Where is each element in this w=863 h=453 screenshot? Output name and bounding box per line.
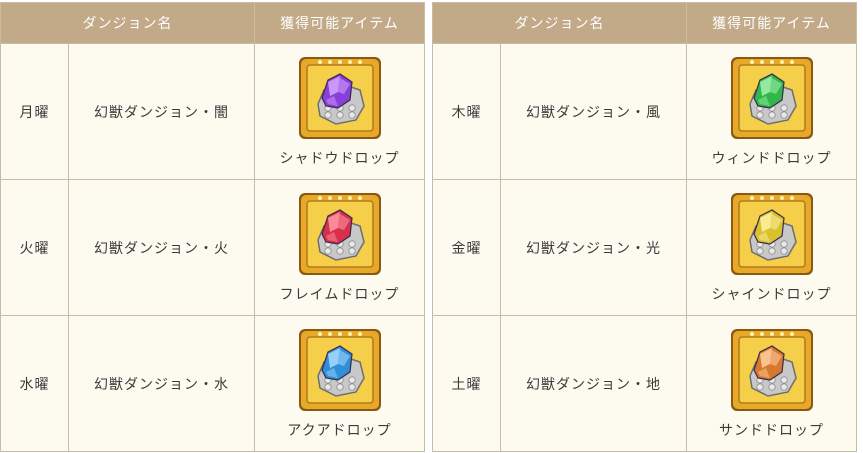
header-dungeon-name: ダンジョン名 — [432, 2, 687, 44]
day-cell: 金曜 — [432, 179, 501, 316]
item-name: アクアドロップ — [287, 422, 392, 439]
item-cell: アクアドロップ — [254, 315, 425, 452]
item-name: サンドドロップ — [719, 422, 824, 439]
dungeon-cell: 幻獣ダンジョン・水 — [68, 315, 255, 452]
item-cell: シャインドロップ — [686, 179, 857, 316]
day-cell: 火曜 — [0, 179, 69, 316]
drop-item-icon — [298, 56, 381, 139]
dungeon-cell: 幻獣ダンジョン・地 — [500, 315, 687, 452]
drop-item-icon — [730, 56, 813, 139]
day-cell: 木曜 — [432, 43, 501, 180]
table-header-row: ダンジョン名 獲得可能アイテム — [432, 2, 857, 44]
table-row: 土曜 幻獣ダンジョン・地 サンドドロップ — [432, 315, 857, 452]
table-row: 月曜 幻獣ダンジョン・闇 シャドウドロップ — [0, 43, 425, 180]
table-row: 火曜 幻獣ダンジョン・火 フレイムドロップ — [0, 179, 425, 316]
dungeon-table-left: ダンジョン名 獲得可能アイテム 月曜 幻獣ダンジョン・闇 シャドウドロップ 火曜… — [0, 2, 425, 452]
dungeon-cell: 幻獣ダンジョン・風 — [500, 43, 687, 180]
item-name: ウィンドドロップ — [711, 150, 832, 167]
dungeon-table-right: ダンジョン名 獲得可能アイテム 木曜 幻獣ダンジョン・風 ウィンドドロップ 金曜… — [432, 2, 857, 452]
item-cell: フレイムドロップ — [254, 179, 425, 316]
table-row: 金曜 幻獣ダンジョン・光 シャインドロップ — [432, 179, 857, 316]
drop-item-icon — [298, 192, 381, 275]
drop-item-icon — [298, 328, 381, 411]
header-obtainable-item: 獲得可能アイテム — [254, 2, 425, 44]
table-row: 木曜 幻獣ダンジョン・風 ウィンドドロップ — [432, 43, 857, 180]
dungeon-cell: 幻獣ダンジョン・闇 — [68, 43, 255, 180]
day-cell: 水曜 — [0, 315, 69, 452]
item-cell: サンドドロップ — [686, 315, 857, 452]
table-header-row: ダンジョン名 獲得可能アイテム — [0, 2, 425, 44]
day-cell: 土曜 — [432, 315, 501, 452]
item-name: シャインドロップ — [711, 286, 832, 303]
drop-item-icon — [730, 328, 813, 411]
dungeon-cell: 幻獣ダンジョン・火 — [68, 179, 255, 316]
item-name: シャドウドロップ — [279, 150, 400, 167]
item-cell: シャドウドロップ — [254, 43, 425, 180]
dungeon-cell: 幻獣ダンジョン・光 — [500, 179, 687, 316]
item-cell: ウィンドドロップ — [686, 43, 857, 180]
item-name: フレイムドロップ — [279, 286, 400, 303]
table-row: 水曜 幻獣ダンジョン・水 アクアドロップ — [0, 315, 425, 452]
header-dungeon-name: ダンジョン名 — [0, 2, 255, 44]
header-obtainable-item: 獲得可能アイテム — [686, 2, 857, 44]
drop-item-icon — [730, 192, 813, 275]
day-cell: 月曜 — [0, 43, 69, 180]
